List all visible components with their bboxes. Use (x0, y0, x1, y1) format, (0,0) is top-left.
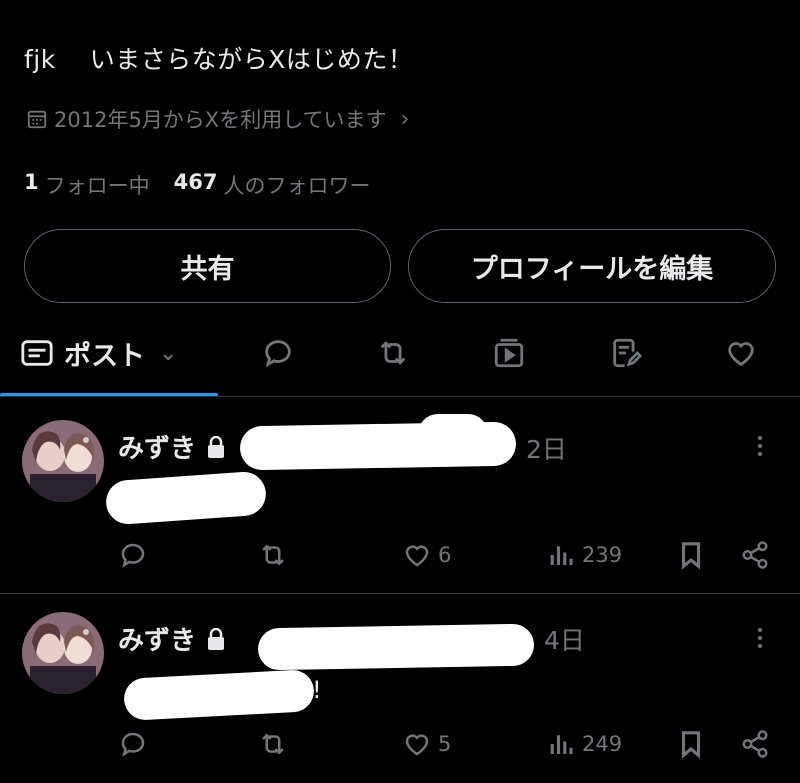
post-actions: 5 249 (0, 724, 800, 764)
avatar[interactable] (22, 612, 104, 694)
profile-bio: fjk いまさらながらXはじめた！ (24, 40, 413, 76)
reply-button[interactable] (118, 724, 148, 764)
like-button[interactable]: 6 (402, 535, 451, 575)
heart-icon (405, 734, 429, 756)
profile-tabs: ポスト ⌄ (0, 325, 800, 397)
bio-handle: fjk (24, 45, 56, 74)
redaction-mark (123, 669, 315, 721)
share-icon (742, 730, 768, 758)
share-button[interactable]: 共有 (24, 229, 391, 303)
like-count: 5 (438, 732, 452, 756)
post-item[interactable]: みずき 4日 ! 5 249 (0, 594, 800, 783)
reply-button[interactable] (118, 535, 148, 575)
views-button[interactable]: 239 (546, 535, 622, 575)
tab-posts[interactable]: ポスト ⌄ (20, 325, 200, 381)
repost-icon (262, 544, 284, 566)
post-author[interactable]: みずき (118, 428, 226, 465)
joined-text: 2012年5月からXを利用しています (54, 108, 387, 132)
articles-icon (613, 338, 643, 368)
author-name: みずき (118, 434, 197, 464)
heart-icon (405, 545, 429, 567)
share-icon (742, 541, 768, 569)
tab-articles[interactable] (591, 325, 661, 381)
reply-icon (121, 543, 145, 568)
post-item[interactable]: みずき 2日 6 239 (0, 400, 800, 593)
chevron-down-icon: ⌄ (159, 340, 178, 366)
followers-count[interactable]: 467 (174, 170, 218, 200)
follow-stats: 1 フォロー中 467 人のフォロワー (24, 170, 370, 200)
bookmark-icon (681, 542, 701, 570)
following-count[interactable]: 1 (24, 170, 39, 200)
following-label[interactable]: フォロー中 (45, 170, 150, 200)
analytics-icon (550, 546, 573, 565)
calendar-icon (27, 110, 47, 129)
bio-text: いまさらながらXはじめた！ (89, 45, 414, 74)
edit-profile-button[interactable]: プロフィールを編集 (408, 229, 776, 303)
media-icon (494, 338, 524, 368)
lock-icon (208, 435, 225, 458)
likes-icon (728, 342, 754, 366)
divider (0, 396, 800, 397)
post-timestamp[interactable]: 4日 (544, 621, 585, 657)
tab-likes[interactable] (706, 325, 776, 381)
bookmark-icon (681, 731, 701, 759)
avatar[interactable] (22, 420, 104, 502)
posts-icon (21, 340, 53, 366)
repost-icon (262, 733, 284, 755)
tab-reposts[interactable] (358, 325, 428, 381)
like-button[interactable]: 5 (402, 724, 451, 764)
post-actions: 6 239 (0, 535, 800, 575)
followers-label[interactable]: 人のフォロワー (223, 170, 370, 200)
view-count: 249 (582, 732, 623, 756)
chevron-right-icon: › (400, 106, 410, 132)
redaction-mark (257, 623, 535, 671)
repost-button[interactable] (258, 724, 288, 764)
tab-posts-label: ポスト (64, 340, 145, 372)
post-author[interactable]: みずき (118, 620, 226, 657)
more-options-icon[interactable] (756, 436, 764, 456)
redaction-mark (418, 414, 488, 454)
view-count: 239 (582, 543, 623, 567)
views-button[interactable]: 249 (546, 724, 622, 764)
replies-icon (265, 340, 291, 368)
reply-icon (121, 732, 145, 757)
tab-media[interactable] (474, 325, 544, 381)
redaction-mark (104, 470, 268, 526)
tab-replies[interactable] (243, 325, 313, 381)
analytics-icon (550, 735, 573, 754)
share-post-button[interactable] (740, 724, 770, 764)
like-count: 6 (438, 543, 452, 567)
lock-icon (208, 627, 225, 650)
post-timestamp[interactable]: 2日 (526, 430, 567, 466)
bookmark-button[interactable] (676, 535, 706, 575)
share-post-button[interactable] (740, 535, 770, 575)
bookmark-button[interactable] (676, 724, 706, 764)
repost-button[interactable] (258, 535, 288, 575)
joined-date[interactable]: 2012年5月からXを利用しています › (26, 104, 409, 134)
more-options-icon[interactable] (756, 628, 764, 648)
author-name: みずき (118, 626, 197, 656)
reposts-icon (380, 341, 406, 365)
